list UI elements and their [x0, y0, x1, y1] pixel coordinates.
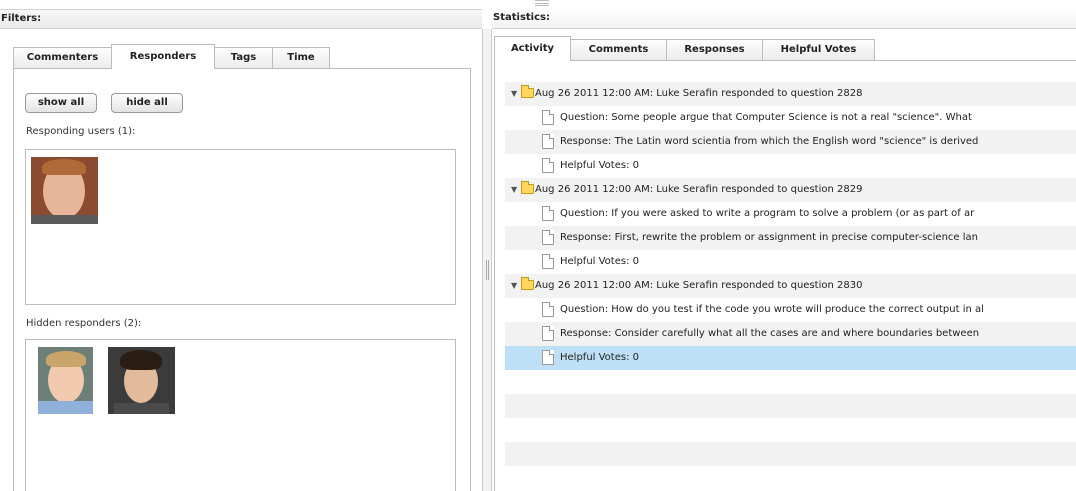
tree-leaf-label: Response: The Latin word scientia from w… — [560, 136, 979, 147]
avatar[interactable] — [108, 347, 175, 414]
statistics-title: Statistics: — [493, 12, 550, 23]
tree-node-response[interactable]: ▼ Aug 26 2011 12:00 AM: Luke Serafin res… — [505, 82, 1076, 106]
tree-leaf-label: Helpful Votes: 0 — [560, 256, 639, 267]
file-icon — [542, 134, 554, 149]
hidden-responders-label: Hidden responders (2): — [26, 318, 142, 329]
tree-leaf-label: Question: If you were asked to write a p… — [560, 208, 975, 219]
file-icon — [542, 110, 554, 125]
hidden-responders-list — [25, 339, 456, 491]
hide-all-button[interactable]: hide all — [111, 93, 183, 113]
empty-row — [505, 370, 1076, 394]
tree-node-label: Aug 26 2011 12:00 AM: Luke Serafin respo… — [535, 88, 863, 99]
tab-tags[interactable]: Tags — [214, 47, 273, 69]
tab-helpful-votes[interactable]: Helpful Votes — [762, 39, 875, 61]
statistics-panel-header: Statistics: — [492, 9, 1076, 29]
tree-leaf[interactable]: Question: Some people argue that Compute… — [505, 106, 1076, 130]
tree-leaf[interactable]: Response: The Latin word scientia from w… — [505, 130, 1076, 154]
tab-activity[interactable]: Activity — [494, 36, 571, 61]
empty-row — [505, 418, 1076, 442]
folder-icon — [521, 277, 534, 290]
app-window: Filters: Statistics: Commenters Responde… — [0, 0, 1076, 491]
tree-node-response[interactable]: ▼ Aug 26 2011 12:00 AM: Luke Serafin res… — [505, 274, 1076, 298]
file-icon — [542, 302, 554, 317]
tree-leaf-label: Helpful Votes: 0 — [560, 352, 639, 363]
tab-comments[interactable]: Comments — [570, 39, 667, 61]
tree-leaf[interactable]: Question: How do you test if the code yo… — [505, 298, 1076, 322]
empty-row — [505, 466, 1076, 490]
statistics-panel: Activity Comments Responses Helpful Vote… — [492, 29, 1076, 491]
show-all-button[interactable]: show all — [25, 93, 97, 113]
responding-users-label: Responding users (1): — [26, 126, 136, 137]
tree-node-label: Aug 26 2011 12:00 AM: Luke Serafin respo… — [535, 280, 863, 291]
file-icon — [542, 158, 554, 173]
expand-arrow-icon[interactable]: ▼ — [511, 178, 517, 202]
statistics-tab-bar: Activity Comments Responses Helpful Vote… — [494, 36, 875, 61]
activity-tree: ▼ Aug 26 2011 12:00 AM: Luke Serafin res… — [494, 60, 1076, 491]
tree-leaf[interactable]: Helpful Votes: 0 — [505, 154, 1076, 178]
panel-grip-icon[interactable] — [535, 0, 549, 6]
tree-leaf[interactable]: Response: First, rewrite the problem or … — [505, 226, 1076, 250]
empty-row — [505, 442, 1076, 466]
file-icon — [542, 254, 554, 269]
filters-panel: Commenters Responders Tags Time show all… — [0, 29, 482, 491]
folder-icon — [521, 85, 534, 98]
tree-leaf-label: Helpful Votes: 0 — [560, 160, 639, 171]
file-icon — [542, 206, 554, 221]
tree-leaf-selected[interactable]: Helpful Votes: 0 — [505, 346, 1076, 370]
tab-responses[interactable]: Responses — [666, 39, 763, 61]
tree-leaf-label: Response: First, rewrite the problem or … — [560, 232, 978, 243]
tree-leaf[interactable]: Response: Consider carefully what all th… — [505, 322, 1076, 346]
tree-leaf[interactable]: Helpful Votes: 0 — [505, 250, 1076, 274]
file-icon — [542, 350, 554, 365]
splitter-handle-icon[interactable] — [486, 260, 489, 280]
avatar[interactable] — [38, 347, 93, 414]
tab-responders[interactable]: Responders — [111, 44, 215, 69]
panel-splitter[interactable] — [482, 29, 492, 491]
filters-tab-bar: Commenters Responders Tags Time — [13, 44, 330, 69]
filters-panel-header: Filters: — [0, 9, 482, 29]
tab-commenters[interactable]: Commenters — [13, 47, 112, 69]
tree-leaf-label: Response: Consider carefully what all th… — [560, 328, 980, 339]
tree-leaf[interactable]: Question: If you were asked to write a p… — [505, 202, 1076, 226]
tab-time[interactable]: Time — [272, 47, 330, 69]
responders-tab-content: show all hide all Responding users (1): … — [13, 68, 471, 491]
tree-node-response[interactable]: ▼ Aug 26 2011 12:00 AM: Luke Serafin res… — [505, 178, 1076, 202]
file-icon — [542, 230, 554, 245]
expand-arrow-icon[interactable]: ▼ — [511, 82, 517, 106]
tree-leaf-label: Question: Some people argue that Compute… — [560, 112, 972, 123]
file-icon — [542, 326, 554, 341]
tree-leaf-label: Question: How do you test if the code yo… — [560, 304, 984, 315]
tree-node-label: Aug 26 2011 12:00 AM: Luke Serafin respo… — [535, 184, 863, 195]
filters-title: Filters: — [1, 13, 42, 24]
empty-row — [505, 394, 1076, 418]
responding-users-list — [25, 149, 456, 305]
expand-arrow-icon[interactable]: ▼ — [511, 274, 517, 298]
avatar[interactable] — [31, 157, 98, 224]
folder-icon — [521, 181, 534, 194]
